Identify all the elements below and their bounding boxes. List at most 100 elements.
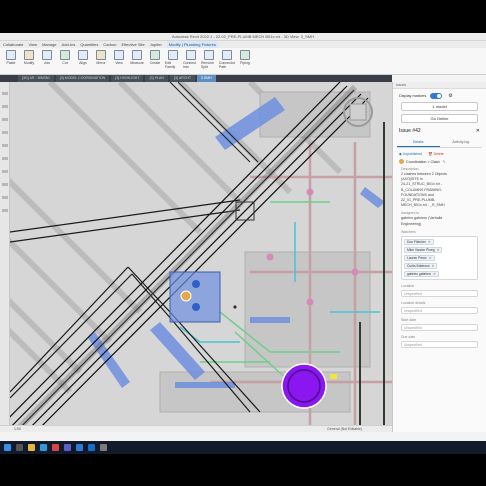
watcher-chip[interactable]: Mike Vander Ploeg ✕ <box>404 246 443 253</box>
remove-watcher-icon[interactable]: ✕ <box>428 240 431 244</box>
online-dropdown[interactable]: Go Online <box>401 114 478 123</box>
menu-item[interactable]: Jupiter <box>150 41 162 48</box>
description-text[interactable]: 2 clashes between 2 Objects (AXO)SITE in… <box>393 172 486 208</box>
ribbon: Paste Modify Join Cut Align Mirror View … <box>0 48 486 75</box>
close-icon[interactable]: ✕ <box>476 128 480 134</box>
edit-family-icon <box>168 50 178 60</box>
view-control-bar: 1:50 General (Not Editable) <box>0 425 392 432</box>
edit-icon[interactable]: ✎ <box>443 160 446 164</box>
teams-icon[interactable] <box>64 444 71 451</box>
doc-tab[interactable]: {3} ARCHT <box>169 75 196 82</box>
remove-watcher-icon[interactable]: ✕ <box>437 248 440 252</box>
join-icon <box>42 50 52 60</box>
menu-bar: Collaborate View Manage Add-Ins Quantiti… <box>0 41 486 48</box>
scale-label[interactable]: 1:50 <box>14 426 21 432</box>
due-date-field[interactable]: Unspecified <box>401 340 478 348</box>
assigned-value[interactable]: gabrieo gabriero (Varhalla Engineering) <box>393 216 486 226</box>
tab-activity-log[interactable]: Activity log <box>440 138 483 147</box>
issues-panel: Issues Display markers ⚙ 1 model Go Onli… <box>392 82 486 432</box>
category-icon <box>399 159 404 164</box>
doc-tab[interactable]: {3} HIGHLIGHT <box>111 75 144 82</box>
doc-tab-active[interactable]: 3 SMH <box>197 75 216 82</box>
revit-window: Autodesk Revit 2022.1 - 22.02_PRE-PLUMB … <box>0 33 486 454</box>
model-dropdown[interactable]: 1 model <box>401 102 478 111</box>
menu-item-modify[interactable]: Modify | Plumbing Fixtures <box>166 41 218 48</box>
ribbon-button[interactable]: Cut <box>57 50 73 73</box>
ribbon-button[interactable]: Edit Family <box>165 50 181 73</box>
watcher-chip[interactable]: gabrieo gabriero ✕ <box>404 270 439 277</box>
issue-tabs: Details Activity log <box>397 138 482 148</box>
ribbon-button[interactable]: Mirror <box>93 50 109 73</box>
menu-item[interactable]: Collaborate <box>3 41 23 48</box>
menu-item[interactable]: View <box>28 41 37 48</box>
start-date-field[interactable]: Unspecified <box>401 323 478 331</box>
display-markers-toggle[interactable] <box>430 93 443 99</box>
menu-item[interactable]: Quantities <box>80 41 98 48</box>
app-icon[interactable] <box>100 444 107 451</box>
remove-watcher-icon[interactable]: ✕ <box>432 264 435 268</box>
display-markers-label: Display markers <box>399 94 427 98</box>
start-icon[interactable] <box>4 444 11 451</box>
settings-icon[interactable]: ⚙ <box>448 93 452 99</box>
ribbon-button[interactable]: Join <box>39 50 55 73</box>
paste-icon <box>6 50 16 60</box>
panel-header: Issues <box>393 82 486 89</box>
workset-status[interactable]: General (Not Editable) <box>327 426 362 432</box>
create-icon <box>150 50 160 60</box>
ribbon-button[interactable]: Create <box>147 50 163 73</box>
watcher-chip[interactable]: Curtis Brideson ✕ <box>404 262 438 269</box>
revit-icon[interactable] <box>76 444 83 451</box>
path-icon <box>222 50 232 60</box>
ribbon-button[interactable]: Modify <box>21 50 37 73</box>
menu-item[interactable]: Effective Site <box>121 41 144 48</box>
project-browser-strip[interactable] <box>0 82 10 425</box>
browser-icon[interactable] <box>40 444 47 451</box>
explorer-icon[interactable] <box>28 444 35 451</box>
model-drawing <box>10 82 392 425</box>
3d-view-canvas[interactable] <box>10 82 392 425</box>
due-date-label: Due date <box>401 334 416 339</box>
ribbon-button[interactable]: Measure <box>129 50 145 73</box>
ribbon-button[interactable]: Connect Into <box>183 50 199 73</box>
watchers-list[interactable]: Don Fletcher ✕ Mike Vander Ploeg ✕ Lauren … <box>401 235 478 280</box>
search-icon[interactable] <box>16 444 23 451</box>
remove-watcher-icon[interactable]: ✕ <box>429 256 432 260</box>
menu-item[interactable]: Add-Ins <box>62 41 76 48</box>
ribbon-button[interactable]: Paste <box>3 50 19 73</box>
ribbon-button[interactable]: View <box>111 50 127 73</box>
tab-details[interactable]: Details <box>397 138 440 147</box>
status-chip[interactable]: ◆ Unpublished <box>399 152 422 156</box>
ribbon-button[interactable]: Piping <box>237 50 253 73</box>
ribbon-button[interactable]: Remove Split <box>201 50 217 73</box>
issue-title: Issue #42 <box>399 128 421 134</box>
measure-icon <box>132 50 142 60</box>
remove-watcher-icon[interactable]: ✕ <box>433 272 436 276</box>
location-field[interactable]: Unspecified <box>401 289 478 297</box>
menu-item[interactable]: Manage <box>42 41 56 48</box>
start-date-label: Start date <box>401 317 417 322</box>
menu-item[interactable]: Carbon <box>103 41 116 48</box>
description-label: Description <box>401 167 419 171</box>
location-label: Location <box>401 283 415 288</box>
doc-tab[interactable]: {3} PLAN <box>145 75 168 82</box>
issue-category[interactable]: Coordination > Clash <box>406 160 440 164</box>
windows-taskbar <box>0 441 486 454</box>
watchers-label: Watchers <box>401 229 416 234</box>
outlook-icon[interactable] <box>88 444 95 451</box>
cut-icon <box>60 50 70 60</box>
doc-tab[interactable]: {3D} AR - BIM360 <box>18 75 54 82</box>
chrome-icon[interactable] <box>52 444 59 451</box>
delete-button[interactable]: 🗑 Delete <box>428 152 444 156</box>
window-title: Autodesk Revit 2022.1 - 22.02_PRE-PLUMB … <box>0 33 486 41</box>
document-tabs: {3D} AR - BIM360 {3} MODEL COORDINATION … <box>0 75 392 82</box>
location-details-field[interactable]: Unspecified <box>401 306 478 314</box>
doc-tab[interactable]: {3} MODEL COORDINATION <box>55 75 110 82</box>
split-icon <box>204 50 214 60</box>
align-icon <box>78 50 88 60</box>
ribbon-button[interactable]: Connector Path <box>219 50 235 73</box>
ribbon-button[interactable]: Align <box>75 50 91 73</box>
watcher-chip[interactable]: Lauren Perez ✕ <box>404 254 435 261</box>
assigned-label: Assigned to <box>401 211 420 216</box>
watcher-chip[interactable]: Don Fletcher ✕ <box>404 238 434 245</box>
piping-icon <box>240 50 250 60</box>
